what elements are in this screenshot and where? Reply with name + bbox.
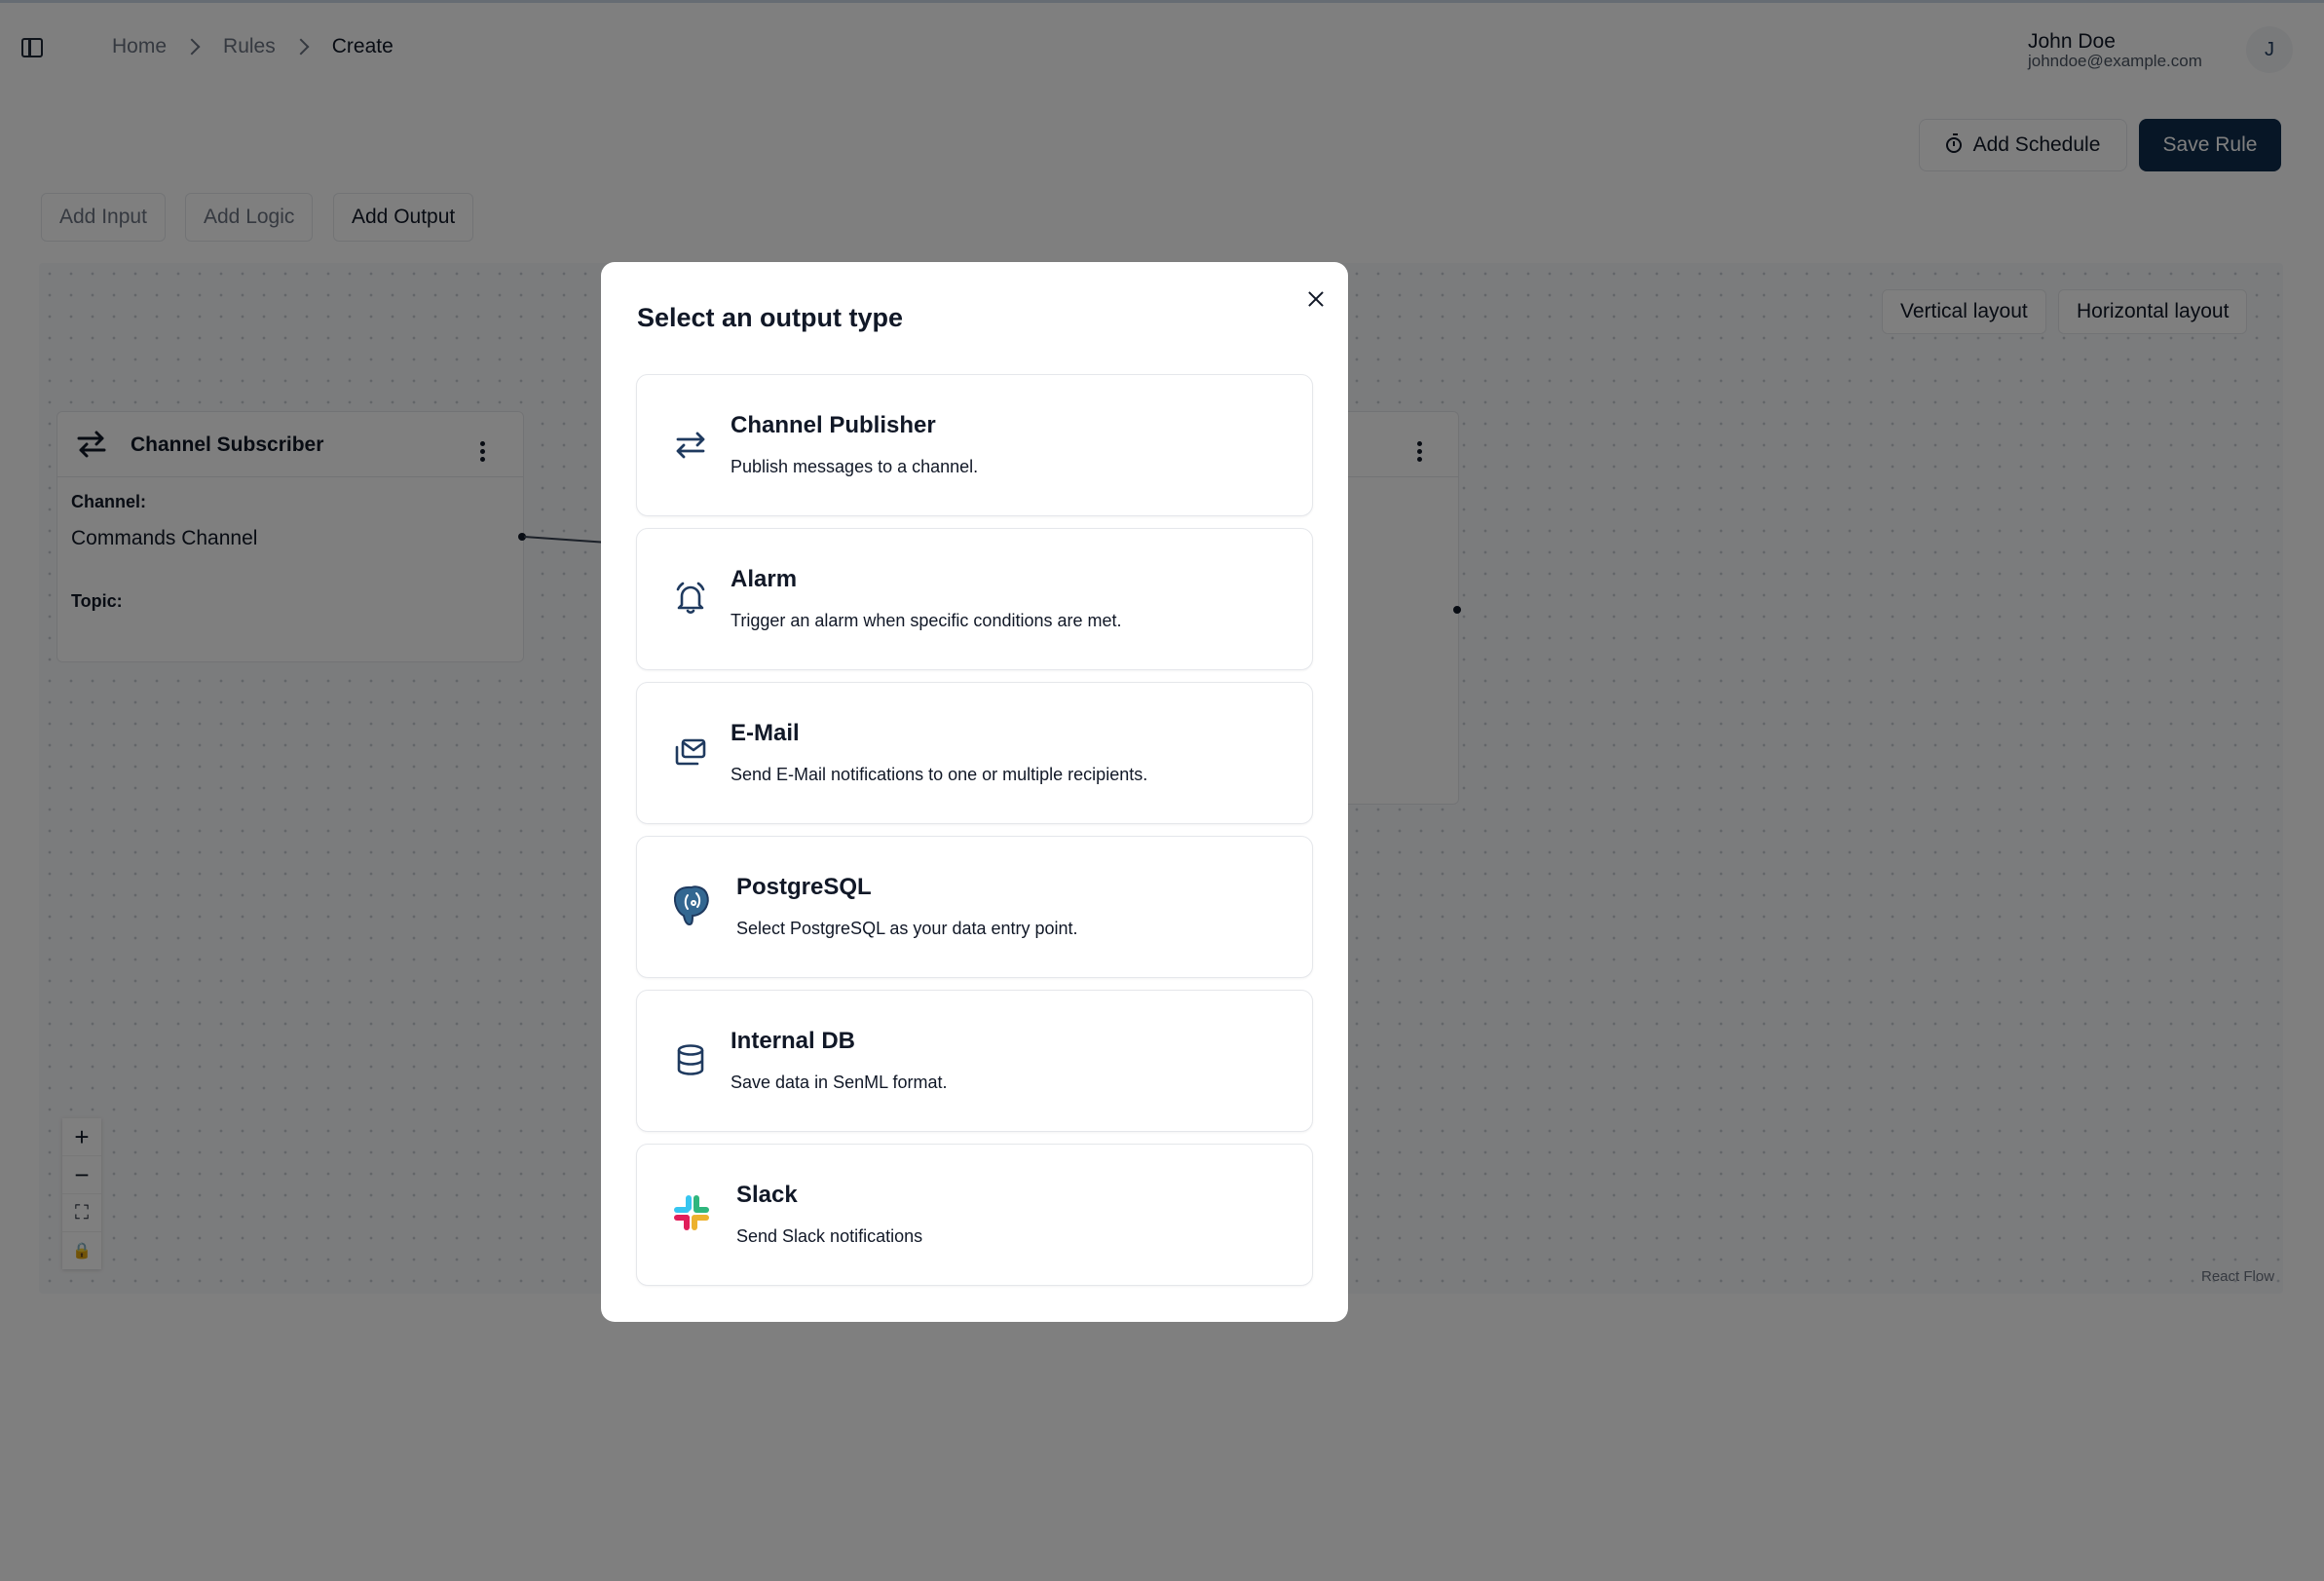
option-title: Internal DB [731, 1028, 856, 1054]
postgresql-icon [673, 885, 709, 926]
database-icon [677, 1044, 704, 1075]
option-postgresql[interactable]: PostgreSQL Select PostgreSQL as your dat… [636, 836, 1313, 978]
option-description: Send E-Mail notifications to one or mult… [731, 765, 1148, 784]
slack-icon [674, 1195, 709, 1230]
option-description: Trigger an alarm when specific condition… [731, 611, 1122, 630]
option-description: Publish messages to a channel. [731, 457, 979, 476]
option-title: Channel Publisher [731, 412, 936, 438]
option-title: E-Mail [731, 720, 800, 746]
option-alarm[interactable]: Alarm Trigger an alarm when specific con… [636, 528, 1313, 670]
close-icon[interactable] [1304, 287, 1328, 311]
option-channel-publisher[interactable]: Channel Publisher Publish messages to a … [636, 374, 1313, 516]
dialog-title: Select an output type [637, 303, 904, 332]
option-description: Select PostgreSQL as your data entry poi… [736, 919, 1078, 938]
arrows-swap-icon [676, 432, 705, 459]
option-internal-db[interactable]: Internal DB Save data in SenML format. [636, 990, 1313, 1132]
bell-icon [676, 582, 705, 614]
output-type-dialog: Select an output type Channel Publisher … [601, 262, 1348, 1322]
option-title: Slack [736, 1182, 798, 1208]
option-title: Alarm [731, 566, 798, 592]
option-title: PostgreSQL [736, 874, 872, 900]
option-email[interactable]: E-Mail Send E-Mail notifications to one … [636, 682, 1313, 824]
option-description: Send Slack notifications [736, 1226, 923, 1246]
mail-icon [675, 738, 706, 766]
option-slack[interactable]: Slack Send Slack notifications [636, 1144, 1313, 1286]
option-description: Save data in SenML format. [731, 1073, 948, 1092]
